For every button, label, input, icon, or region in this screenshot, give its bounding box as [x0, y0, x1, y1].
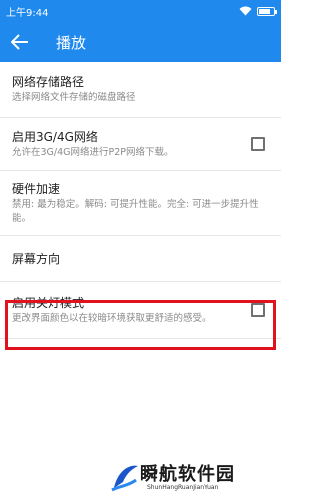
setting-description: 选择网络文件存储的磁盘路径 [12, 92, 136, 103]
logo-icon [111, 465, 138, 492]
setting-enable-3g-4g[interactable]: 启用3G/4G网络 允许在3G/4G网络进行P2P网络下载。 [0, 118, 281, 171]
back-button[interactable] [0, 22, 40, 62]
setting-label: 启用关灯模式 [12, 295, 85, 310]
setting-network-storage-path[interactable]: 网络存储路径 选择网络文件存储的磁盘路径 [0, 62, 281, 118]
setting-label: 网络存储路径 [12, 75, 85, 89]
battery-icon [257, 6, 277, 16]
settings-list: 网络存储路径 选择网络文件存储的磁盘路径 启用3G/4G网络 允许在3G/4G网… [0, 62, 281, 339]
setting-label: 启用3G/4G网络 [12, 129, 98, 144]
setting-description: 更改界面颜色以在较暗环境获取更舒适的感受。 [12, 312, 212, 324]
setting-lights-off-mode[interactable]: 启用关灯模式 更改界面颜色以在较暗环境获取更舒适的感受。 [0, 282, 281, 339]
status-icons [239, 6, 277, 16]
lights-off-mode-checkbox[interactable] [251, 303, 265, 317]
watermark-text: 瞬航软件园 [140, 464, 235, 485]
setting-label: 硬件加速 [12, 181, 61, 196]
page-title: 播放 [56, 33, 87, 52]
wifi-icon [239, 6, 252, 16]
setting-screen-orientation[interactable]: 屏幕方向 [0, 236, 281, 282]
status-bar: 上午9:44 [0, 0, 281, 22]
status-time: 上午9:44 [6, 7, 49, 19]
watermark-logo: 瞬航软件园 ShunHangRuanJianYuan [110, 456, 280, 500]
arrow-left-icon [11, 34, 28, 50]
watermark-subtext: ShunHangRuanJianYuan [147, 484, 219, 491]
setting-label: 屏幕方向 [12, 251, 61, 266]
setting-description: 禁用: 最为稳定。解码: 可提升性能。完全: 可进一步提升性能。 [12, 198, 259, 224]
setting-hardware-acceleration[interactable]: 硬件加速 禁用: 最为稳定。解码: 可提升性能。完全: 可进一步提升性能。 [0, 171, 281, 236]
enable-3g-4g-checkbox[interactable] [251, 137, 265, 151]
app-bar: 播放 [0, 22, 281, 62]
setting-description: 允许在3G/4G网络进行P2P网络下载。 [12, 146, 174, 158]
